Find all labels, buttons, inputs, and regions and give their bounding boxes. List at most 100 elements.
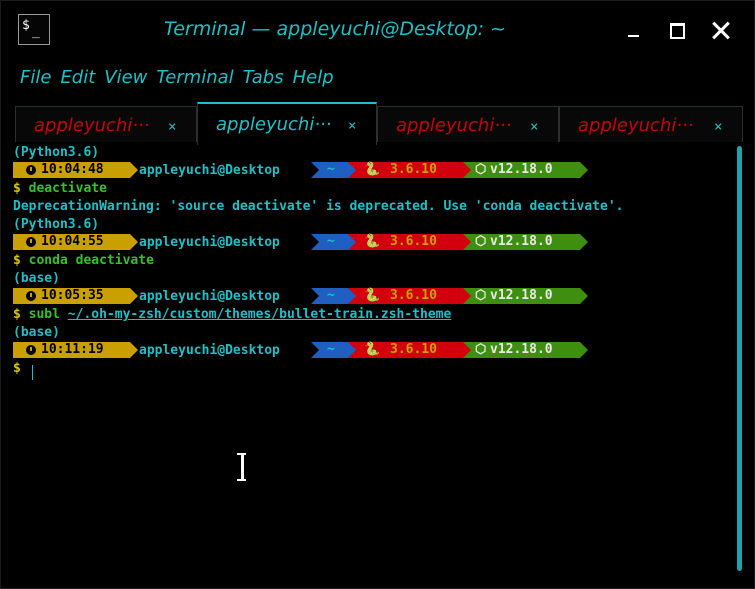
tab-label: appleyuchi··· — [396, 115, 512, 136]
prompt-time: 10:04:55 — [41, 234, 104, 249]
window-title: Terminal — appleyuchi@Desktop: ~ — [163, 18, 507, 40]
env-name: (Python3.6) — [13, 145, 100, 160]
tab-3[interactable]: appleyuchi··· × — [377, 106, 559, 142]
node-version: v12.18.0 — [490, 162, 553, 177]
clock-icon — [26, 165, 36, 175]
python-version: 3.6.10 — [390, 342, 437, 357]
maximize-icon[interactable] — [665, 19, 689, 43]
tab-label: appleyuchi··· — [34, 115, 150, 136]
prompt-dollar: $ — [13, 181, 21, 196]
command-text: deactivate — [28, 181, 107, 196]
env-line: (Python3.6) — [13, 144, 99, 162]
env-line: (base) — [13, 324, 60, 342]
python-icon: 🐍 — [364, 288, 381, 303]
clock-icon — [26, 237, 36, 247]
command-line: $ deactivate — [13, 180, 107, 198]
prompt-dir: ~ — [327, 162, 335, 177]
prompt-user: appleyuchi@Desktop — [139, 289, 280, 304]
mouse-ibeam-cursor — [237, 453, 246, 481]
python-icon: 🐍 — [364, 234, 381, 249]
dir-segment: ~ — [311, 162, 356, 178]
command-line: $ subl ~/.oh-my-zsh/custom/themes/bullet… — [13, 306, 451, 324]
tab-4[interactable]: appleyuchi··· × — [559, 106, 743, 142]
time-segment: 10:04:48 — [13, 162, 138, 178]
time-segment: 10:05:35 — [13, 288, 138, 304]
env-name: (base) — [13, 271, 60, 286]
node-icon: ⬡ — [475, 162, 487, 177]
node-icon: ⬡ — [475, 288, 487, 303]
env-name: (base) — [13, 325, 60, 340]
prompt-user: appleyuchi@Desktop — [139, 235, 280, 250]
prompt-line: 10:04:48 appleyuchi@Desktop ~ 🐍 3.6.10 ⬡ v… — [13, 162, 733, 180]
command-text: conda — [28, 253, 68, 268]
dir-segment: ~ — [311, 234, 356, 250]
tab-close-icon[interactable]: × — [168, 119, 176, 135]
menu-view[interactable]: View — [104, 67, 147, 91]
python-segment: 🐍 3.6.10 — [348, 342, 471, 358]
node-version: v12.18.0 — [490, 342, 553, 357]
env-line: (Python3.6) — [13, 216, 99, 234]
tab-label: appleyuchi··· — [216, 114, 332, 135]
prompt-dir: ~ — [327, 342, 335, 357]
menu-file[interactable]: File — [20, 67, 51, 91]
python-segment: 🐍 3.6.10 — [348, 288, 471, 304]
node-segment: ⬡ v12.18.0 — [463, 234, 588, 250]
time-segment: 10:11:19 — [13, 342, 138, 358]
command-text: subl — [28, 307, 60, 322]
env-line: (base) — [13, 270, 60, 288]
env-name: (Python3.6) — [13, 217, 100, 232]
prompt-dollar: $ — [13, 361, 21, 376]
tab-close-icon[interactable]: × — [714, 119, 722, 135]
menu-help[interactable]: Help — [293, 67, 334, 91]
prompt-user: appleyuchi@Desktop — [139, 163, 280, 178]
python-icon: 🐍 — [364, 162, 381, 177]
command-line: $ — [13, 360, 21, 378]
node-version: v12.18.0 — [490, 234, 553, 249]
tab-bar: appleyuchi··· × appleyuchi··· × appleyuc… — [15, 102, 743, 145]
terminal-output[interactable]: (Python3.6) 10:04:48 appleyuchi@Desktop … — [13, 144, 733, 584]
python-segment: 🐍 3.6.10 — [348, 162, 471, 178]
python-version: 3.6.10 — [390, 288, 437, 303]
menu-bar: File Edit View Terminal Tabs Help — [20, 67, 343, 91]
node-icon: ⬡ — [475, 234, 487, 249]
time-segment: 10:04:55 — [13, 234, 138, 250]
python-segment: 🐍 3.6.10 — [348, 234, 471, 250]
node-icon: ⬡ — [475, 342, 487, 357]
menu-terminal[interactable]: Terminal — [156, 67, 233, 91]
prompt-user: appleyuchi@Desktop — [139, 343, 280, 358]
dir-segment: ~ — [311, 288, 356, 304]
text-cursor — [32, 365, 33, 380]
command-line: $ conda deactivate — [13, 252, 154, 270]
tab-2-active[interactable]: appleyuchi··· × — [197, 102, 377, 145]
prompt-time: 10:05:35 — [41, 288, 104, 303]
prompt-line: 10:04:55 appleyuchi@Desktop ~ 🐍 3.6.10 ⬡ v… — [13, 234, 733, 252]
menu-tabs[interactable]: Tabs — [243, 67, 284, 91]
node-segment: ⬡ v12.18.0 — [463, 342, 588, 358]
vertical-scrollbar[interactable] — [737, 146, 742, 571]
prompt-dir: ~ — [327, 234, 335, 249]
dir-segment: ~ — [311, 342, 356, 358]
prompt-line: 10:11:19 appleyuchi@Desktop ~ 🐍 3.6.10 ⬡ v… — [13, 342, 733, 360]
output-line: DeprecationWarning: 'source deactivate' … — [13, 198, 623, 216]
tab-label: appleyuchi··· — [578, 115, 694, 136]
node-segment: ⬡ v12.18.0 — [463, 162, 588, 178]
title-bar[interactable]: $ _ Terminal — appleyuchi@Desktop: ~ — [1, 1, 755, 59]
prompt-dollar: $ — [13, 253, 21, 268]
python-version: 3.6.10 — [390, 162, 437, 177]
prompt-dir: ~ — [327, 288, 335, 303]
node-version: v12.18.0 — [490, 288, 553, 303]
minimize-icon[interactable] — [621, 19, 645, 43]
command-arg: deactivate — [75, 253, 154, 268]
prompt-time: 10:04:48 — [41, 162, 104, 177]
tab-close-icon[interactable]: × — [530, 119, 538, 135]
close-icon[interactable] — [709, 19, 733, 43]
warning-text: DeprecationWarning: 'source deactivate' … — [13, 199, 624, 214]
clock-icon — [26, 345, 36, 355]
clock-icon — [26, 291, 36, 301]
menu-edit[interactable]: Edit — [60, 67, 95, 91]
tab-1[interactable]: appleyuchi··· × — [15, 106, 197, 142]
prompt-dollar: $ — [13, 307, 21, 322]
terminal-window: $ _ Terminal — appleyuchi@Desktop: ~ Fil… — [0, 0, 755, 589]
tab-close-icon[interactable]: × — [348, 118, 356, 134]
file-path-link[interactable]: ~/.oh-my-zsh/custom/themes/bullet-train.… — [68, 307, 452, 322]
